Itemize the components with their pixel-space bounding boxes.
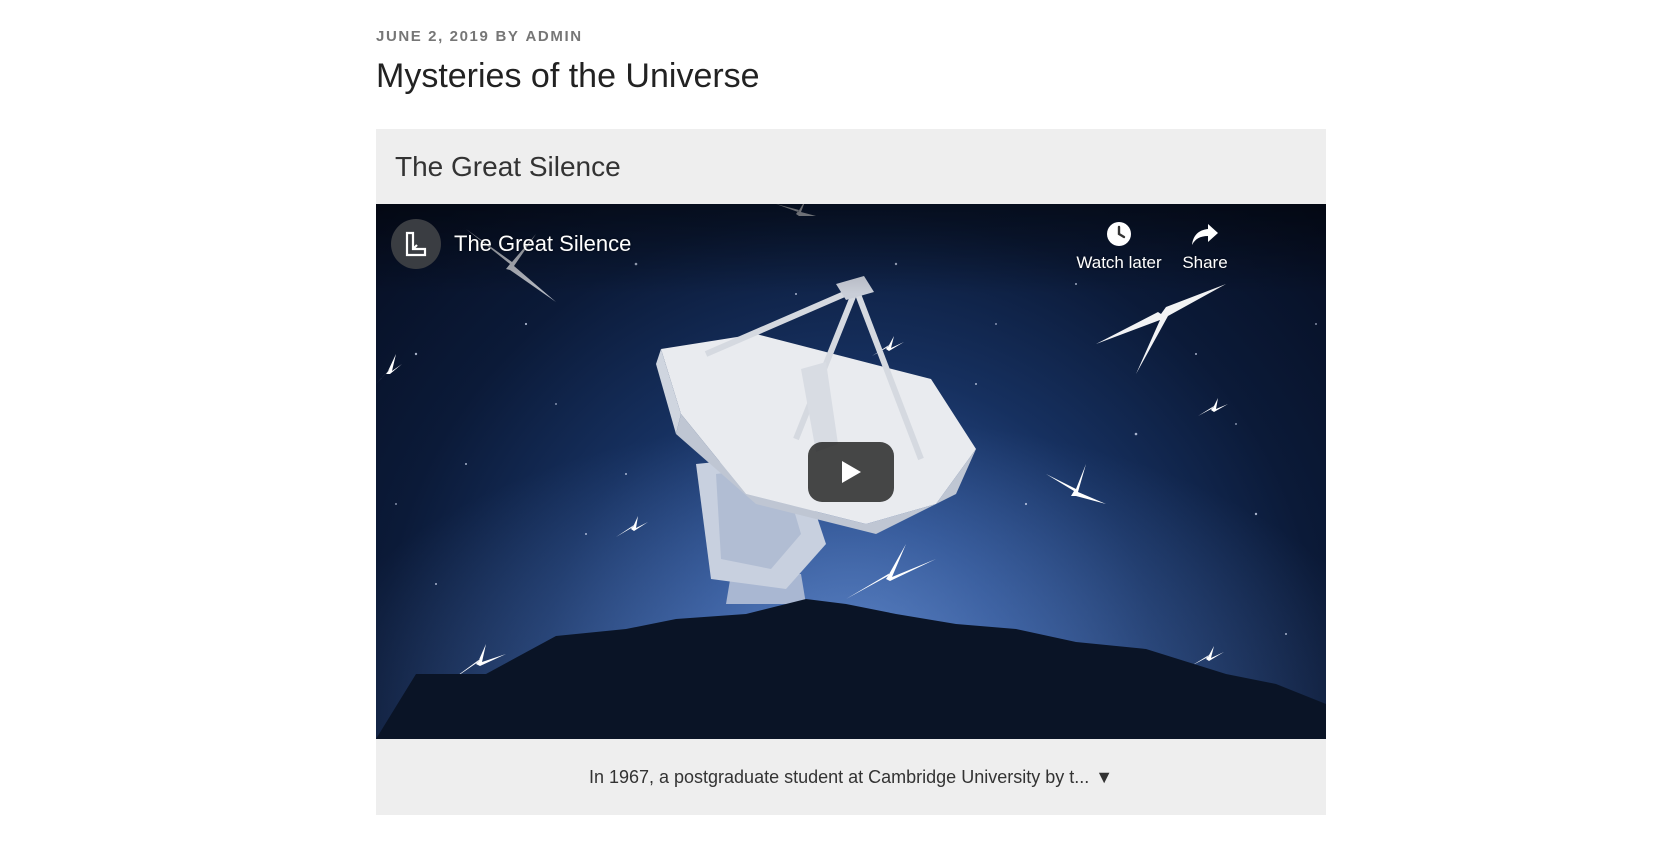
post-by: by bbox=[495, 28, 520, 45]
clock-icon bbox=[1069, 220, 1169, 252]
post-header: June 2, 2019 by admin Mysteries of the Uni… bbox=[376, 26, 1326, 98]
share-button[interactable]: Share bbox=[1155, 220, 1255, 274]
widget-heading: The Great Silence bbox=[395, 151, 621, 182]
video-widget: The Great Silence The Great Silence Watc… bbox=[376, 129, 1326, 815]
play-button[interactable] bbox=[808, 442, 894, 502]
share-arrow-icon bbox=[1155, 220, 1255, 252]
video-description: In 1967, a postgraduate student at Cambr… bbox=[376, 739, 1326, 815]
post-meta: June 2, 2019 by admin bbox=[376, 26, 1326, 48]
post-title: Mysteries of the Universe bbox=[376, 57, 760, 95]
channel-logo-icon[interactable] bbox=[391, 219, 441, 269]
post-date[interactable]: June 2, 2019 bbox=[376, 28, 489, 45]
play-icon bbox=[842, 461, 861, 483]
video-title[interactable]: The Great Silence bbox=[454, 230, 631, 258]
share-label: Share bbox=[1182, 253, 1228, 272]
description-text: In 1967, a postgraduate student at Cambr… bbox=[588, 767, 1090, 787]
video-player[interactable]: The Great Silence Watch later Share bbox=[376, 204, 1326, 739]
watch-later-label: Watch later bbox=[1076, 253, 1162, 272]
expand-toggle[interactable]: ▼ bbox=[1095, 767, 1113, 787]
watch-later-button[interactable]: Watch later bbox=[1069, 220, 1169, 274]
post-author[interactable]: admin bbox=[525, 28, 582, 45]
